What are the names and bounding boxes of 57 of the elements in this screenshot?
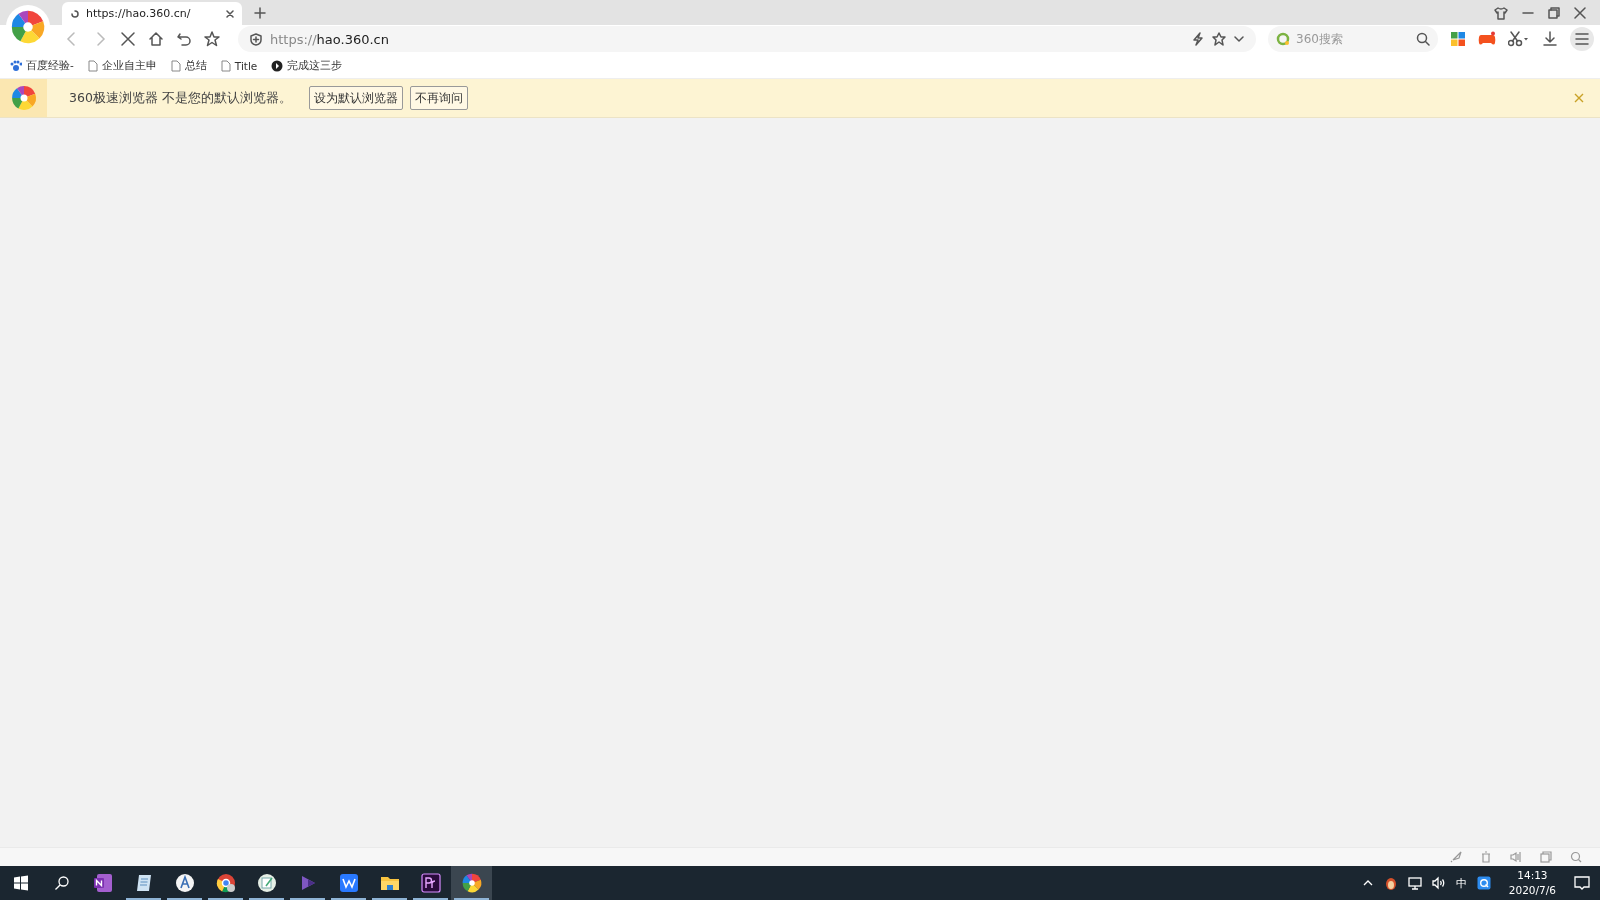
infobar-button[interactable]: 设为默认浏览器	[308, 86, 403, 110]
close-icon[interactable]	[1574, 6, 1586, 19]
shield-icon	[250, 32, 262, 46]
taskbar-app[interactable]	[451, 866, 492, 900]
premiere-icon[interactable]	[420, 873, 441, 893]
search-field[interactable]: 360搜索	[1268, 26, 1438, 52]
browser-tab[interactable]: https://hao.360.cn/	[62, 2, 242, 25]
browser-app-icon[interactable]	[460, 872, 483, 894]
search-icon[interactable]	[53, 875, 70, 891]
chrome-icon[interactable]	[215, 873, 236, 893]
skin-icon[interactable]	[1494, 5, 1508, 20]
bookmark[interactable]: 总结	[170, 58, 207, 73]
round-logo-icon	[271, 59, 284, 72]
q-app-icon[interactable]	[1476, 876, 1491, 890]
browser-logo-icon	[9, 84, 38, 112]
clock-time: 14:13	[1517, 868, 1548, 883]
notification-icon[interactable]	[1574, 875, 1590, 891]
default-browser-message: 360极速浏览器 不是您的默认浏览器。	[69, 89, 292, 107]
page-icon	[220, 59, 231, 72]
windows-start-icon[interactable]	[12, 875, 29, 891]
clock[interactable]: 14:13 2020/7/6	[1508, 868, 1556, 898]
volume-icon[interactable]	[1431, 876, 1446, 890]
page-icon	[87, 59, 98, 72]
apps-icon[interactable]	[1450, 31, 1466, 47]
lightning-icon[interactable]	[1192, 32, 1204, 46]
download-icon[interactable]	[1542, 31, 1558, 47]
new-tab-icon[interactable]	[254, 6, 266, 19]
search-input[interactable]: 360搜索	[1294, 31, 1412, 47]
close-tab-icon[interactable]	[226, 9, 234, 18]
menu-button[interactable]	[1570, 27, 1594, 51]
home-icon[interactable]	[148, 31, 164, 47]
chevron-down-icon[interactable]	[1234, 34, 1244, 44]
bookmark[interactable]: Title	[220, 59, 258, 72]
restore-icon[interactable]	[1548, 6, 1560, 19]
bookmark[interactable]: 企业自主申	[87, 58, 157, 73]
clock-date: 2020/7/6	[1508, 883, 1556, 898]
input-method-indicator[interactable]: 中	[1455, 875, 1467, 891]
menu-icon	[1575, 33, 1589, 45]
undo-icon[interactable]	[176, 31, 192, 47]
notebook-icon[interactable]	[92, 873, 113, 893]
star-icon[interactable]	[204, 31, 220, 47]
edit-app-icon[interactable]	[256, 873, 277, 893]
browser-logo-icon	[9, 8, 47, 46]
search-engine-logo-icon	[1276, 32, 1290, 46]
bookmark[interactable]: 完成这三步	[271, 58, 343, 73]
infobar-button[interactable]: 不再询问	[409, 86, 468, 110]
star-icon[interactable]	[1212, 32, 1226, 46]
page-icon	[170, 59, 181, 72]
paw-icon	[10, 59, 22, 72]
scissors-icon[interactable]	[1508, 31, 1530, 47]
stop-icon[interactable]	[120, 31, 136, 47]
bookmark[interactable]: 百度经验-	[10, 58, 74, 73]
search-icon[interactable]	[1416, 32, 1430, 46]
circle-app-icon[interactable]	[174, 873, 195, 893]
network-icon[interactable]	[1407, 876, 1422, 890]
wps-icon[interactable]	[338, 873, 359, 893]
address-bar[interactable]: https://hao.360.cn	[238, 26, 1256, 52]
